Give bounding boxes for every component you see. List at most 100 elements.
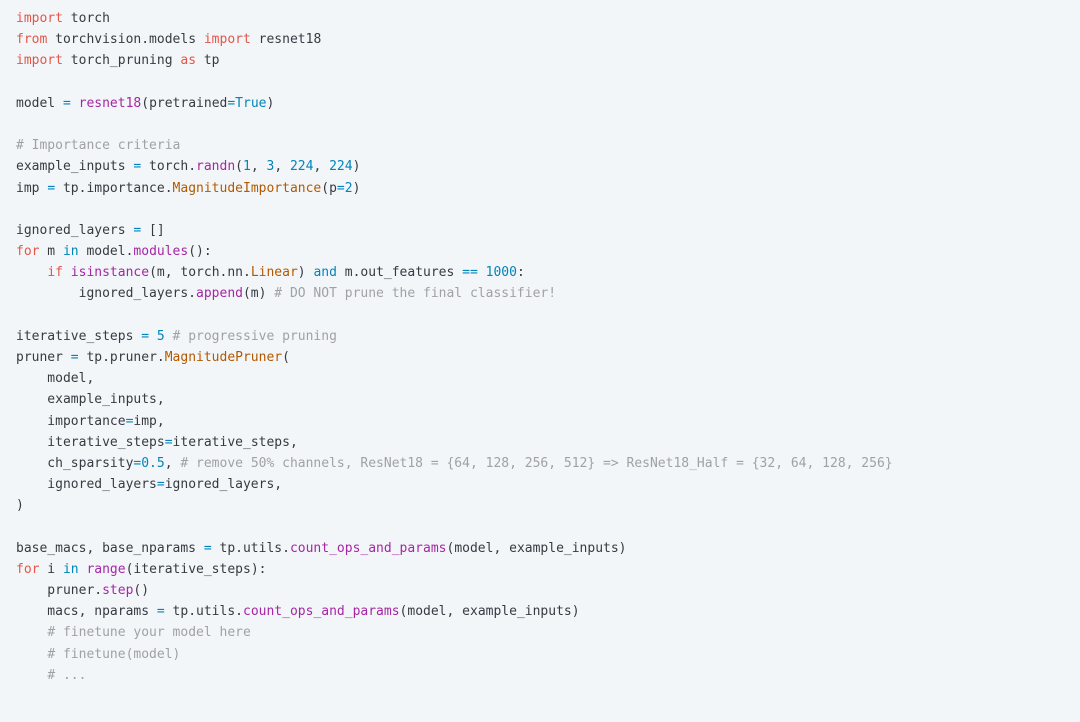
code-line: import torch_pruning as tp [16, 50, 1080, 71]
code-line: model = resnet18(pretrained=True) [16, 93, 1080, 114]
token-txt: iterative_steps, [172, 434, 298, 450]
token-cls: MagnitudeImportance [172, 180, 322, 196]
token-txt: model [16, 95, 63, 111]
code-line: imp = tp.importance.MagnitudeImportance(… [16, 178, 1080, 199]
token-num: 5 [156, 328, 165, 344]
token-txt: pruner [16, 350, 71, 365]
token-txt: ignored_layers. [16, 286, 197, 302]
code-lines: import torch from torchvision.models impo… [16, 8, 1080, 686]
token-txt: : [516, 265, 525, 281]
token-cls: Linear [250, 265, 298, 281]
code-line: iterative_steps=iterative_steps, [16, 432, 1080, 453]
token-txt: tp [196, 53, 220, 69]
token-txt: base_macs, base_nparams [16, 540, 204, 556]
token-kw: import [16, 53, 63, 69]
token-kw: from [16, 32, 48, 48]
token-txt: ) [297, 265, 314, 281]
token-op-kw: in [62, 561, 79, 577]
token-txt: ignored_layers [16, 477, 157, 493]
token-txt: torch [62, 11, 110, 26]
token-txt: imp, [133, 413, 165, 429]
token-txt: torch. [141, 159, 197, 175]
token-cmt: # remove 50% channels, ResNet18 = {64, 1… [180, 455, 893, 471]
token-op-kw: in [62, 244, 79, 260]
token-txt: () [133, 583, 150, 599]
code-line: base_macs, base_nparams = tp.utils.count… [16, 538, 1080, 559]
token-txt: iterative_steps [16, 328, 142, 344]
code-line: # finetune(model) [16, 644, 1080, 665]
token-fn: append [196, 286, 243, 302]
token-txt: (pretrained [141, 95, 228, 111]
token-txt: model, [16, 371, 95, 387]
token-const: True [235, 95, 267, 111]
token-txt: (): [188, 244, 212, 260]
code-line: from torchvision.models import resnet18 [16, 29, 1080, 50]
token-txt: ch_sparsity [16, 455, 134, 471]
token-op: = [164, 434, 173, 450]
code-line: example_inputs, [16, 389, 1080, 410]
code-line: for m in model.modules(): [16, 241, 1080, 262]
token-op: = [156, 604, 165, 620]
token-cls: MagnitudePruner [164, 350, 283, 365]
token-fn: modules [133, 244, 189, 260]
token-op: = [47, 180, 56, 196]
token-kw: import [16, 11, 63, 26]
token-txt: ( [235, 159, 243, 175]
token-txt: ) [352, 180, 361, 196]
token-kw: import [203, 32, 251, 48]
code-line: pruner = tp.pruner.MagnitudePruner( [16, 347, 1080, 368]
token-op: = [227, 95, 236, 111]
token-op: == [462, 265, 478, 281]
token-op: = [203, 540, 212, 556]
code-line: # Importance criteria [16, 135, 1080, 156]
code-line: import torch [16, 8, 1080, 29]
token-txt: ( [282, 350, 290, 365]
code-line: ignored_layers=ignored_layers, [16, 474, 1080, 495]
token-kw: for [16, 244, 40, 260]
code-line: # ... [16, 665, 1080, 686]
token-txt: m [39, 244, 63, 260]
token-txt: resnet18 [250, 32, 322, 48]
token-num: 1 [243, 159, 251, 175]
token-op: = [62, 95, 71, 111]
token-txt: (p [321, 180, 337, 196]
token-txt: importance [16, 413, 126, 429]
token-fn: count_ops_and_params [289, 540, 447, 556]
token-txt: imp [16, 180, 48, 196]
token-txt: (iterative_steps): [125, 561, 267, 577]
token-cmt: # DO NOT prune the final classifier! [274, 286, 557, 302]
token-txt: (m) [242, 286, 275, 302]
code-line: pruner.step() [16, 580, 1080, 601]
token-txt: ) [16, 498, 24, 514]
code-block[interactable]: import torch from torchvision.models impo… [0, 0, 1080, 722]
token-kw: if [47, 265, 63, 281]
code-line: ch_sparsity=0.5, # remove 50% channels, … [16, 453, 1080, 474]
token-cmt: # Importance criteria [16, 138, 181, 154]
code-line: macs, nparams = tp.utils.count_ops_and_p… [16, 601, 1080, 622]
token-txt: macs, nparams [16, 604, 157, 620]
token-txt: tp.importance. [55, 180, 173, 196]
token-fn: count_ops_and_params [243, 604, 400, 620]
token-txt: (m, torch.nn. [149, 265, 251, 281]
code-line: ignored_layers = [] [16, 220, 1080, 241]
token-txt: ignored_layers, [164, 477, 283, 493]
token-op: = [336, 180, 345, 196]
token-op: = [141, 328, 150, 344]
token-op: = [70, 350, 79, 365]
token-fn: resnet18 [78, 95, 142, 111]
token-op-kw: and [313, 265, 337, 281]
token-txt: m.out_features [336, 265, 463, 281]
code-line: ) [16, 495, 1080, 516]
token-txt: , [274, 159, 290, 175]
token-txt: ignored_layers [16, 222, 134, 238]
